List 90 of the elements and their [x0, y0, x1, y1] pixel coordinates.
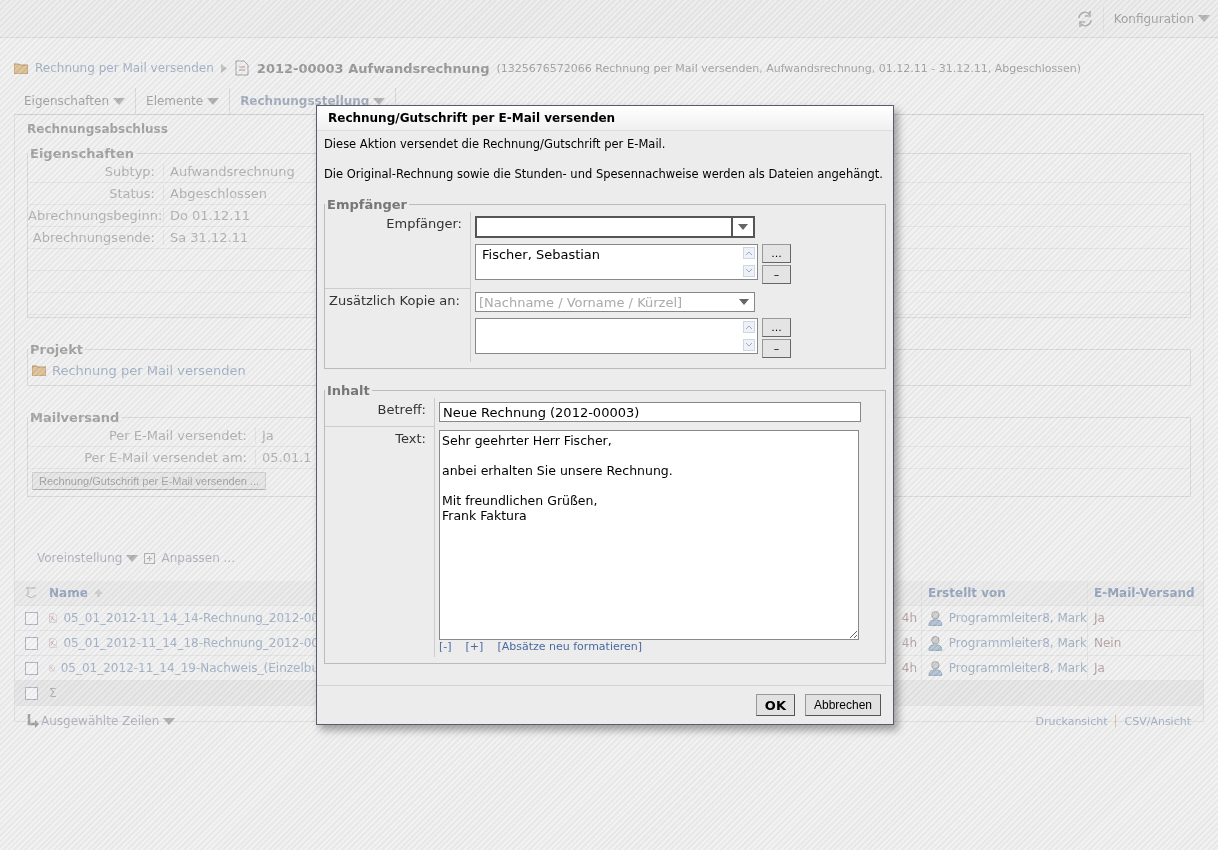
- list-item[interactable]: Fischer, Sebastian: [482, 247, 735, 262]
- copy-list[interactable]: [475, 318, 758, 354]
- browse-button[interactable]: ...: [762, 318, 791, 337]
- field-value: Do 01.12.11: [169, 208, 250, 223]
- document-icon: [233, 60, 250, 76]
- group-title: Mailversand: [29, 410, 121, 425]
- format-link[interactable]: [Absätze neu formatieren]: [497, 640, 643, 653]
- field-label: Empfänger:: [386, 216, 462, 231]
- column-header[interactable]: Name: [49, 586, 88, 600]
- message-field[interactable]: Sehr geehrter Herr Fischer, anbei erhalten Sie unsere Rechnung. Mit freundlichen Grüßen, Frank Faktura: [439, 430, 859, 640]
- file-link[interactable]: 05_01_2012-11_14_14-Rechnung_2012-00: [63, 611, 319, 625]
- group-title: Inhalt: [326, 383, 371, 398]
- footer-link[interactable]: CSV/Ansicht: [1124, 714, 1191, 728]
- field-label: Per E-Mail versendet:: [28, 428, 256, 443]
- corner-arrow-icon: [27, 714, 39, 728]
- recipient-list[interactable]: Fischer, Sebastian: [475, 244, 758, 280]
- sort-up-icon: [93, 589, 103, 597]
- user-link[interactable]: Programmleiter8, Mark: [948, 611, 1087, 625]
- send-email-button[interactable]: Rechnung/Gutschrift per E-Mail versenden ...: [32, 472, 267, 490]
- remove-button[interactable]: –: [762, 265, 791, 284]
- field-label: Text:: [395, 431, 426, 446]
- plus-icon: [144, 552, 156, 564]
- table-cell: 4h: [901, 636, 917, 650]
- person-icon: [928, 635, 943, 651]
- tab[interactable]: Elemente: [136, 88, 231, 114]
- subject-field[interactable]: Neue Rechnung (2012-00003): [439, 402, 861, 422]
- column-header[interactable]: E-Mail-Versand: [1094, 586, 1195, 600]
- field-value: 05.01.1: [261, 450, 312, 465]
- page-title: 2012-00003 Aufwandsrechnung: [256, 60, 490, 76]
- field-label: Subtyp:: [28, 164, 164, 179]
- cancel-button[interactable]: Abbrechen: [804, 694, 881, 716]
- table-cell: Nein: [1094, 636, 1122, 650]
- folder-icon: [14, 62, 28, 74]
- field-label: Per E-Mail versendet am:: [28, 450, 256, 465]
- column-menu-icon[interactable]: [25, 587, 37, 599]
- customize-button[interactable]: Anpassen ...: [161, 551, 235, 565]
- field-value: Abgeschlossen: [169, 186, 267, 201]
- scroll-up-icon[interactable]: [743, 321, 755, 333]
- section-title: Rechnungsabschluss: [27, 122, 168, 136]
- remove-button[interactable]: –: [762, 339, 791, 358]
- row-checkbox[interactable]: [24, 611, 38, 625]
- field-value: Sa 31.12.11: [169, 230, 249, 245]
- info-text: Diese Aktion versendet die Rechnung/Gutschrift per E-Mail.: [324, 137, 667, 151]
- group-title: Empfänger: [326, 197, 408, 212]
- recipient-combobox[interactable]: [475, 216, 755, 238]
- scroll-down-icon[interactable]: [743, 339, 755, 351]
- field-value: Aufwandsrechnung: [169, 164, 295, 179]
- folder-icon: [32, 364, 46, 376]
- ok-button[interactable]: OK: [755, 694, 795, 716]
- table-cell: Ja: [1094, 661, 1105, 675]
- pdf-file-icon: [49, 610, 58, 626]
- field-value: Ja: [260, 428, 274, 443]
- tab[interactable]: Eigenschaften: [14, 88, 137, 114]
- table-cell: Ja: [1094, 611, 1105, 625]
- row-checkbox[interactable]: [24, 636, 38, 650]
- pdf-file-icon: [49, 635, 58, 651]
- table-cell: 4h: [901, 661, 917, 675]
- info-text: Die Original-Rechnung sowie die Stunden- und Spesennachweise werden als Dateien angehängt.: [324, 167, 884, 181]
- select-all-checkbox[interactable]: [24, 686, 38, 700]
- group-title: Projekt: [29, 342, 84, 357]
- person-icon: [928, 660, 943, 676]
- project-link[interactable]: Rechnung per Mail versenden: [52, 362, 246, 378]
- file-link[interactable]: 05_01_2012-11_14_19-Nachweis_(Einzelbu: [60, 661, 319, 675]
- format-link[interactable]: [-]: [439, 640, 452, 653]
- column-header[interactable]: Erstellt von: [928, 586, 1006, 600]
- breadcrumb-link[interactable]: Rechnung per Mail versenden: [35, 61, 214, 75]
- field-label: Abrechnungsende:: [28, 230, 164, 245]
- selected-rows-menu[interactable]: Ausgewählte Zeilen: [41, 714, 176, 728]
- field-label: Betreff:: [377, 402, 426, 417]
- field-label: Abrechnungsbeginn:: [28, 208, 164, 223]
- row-checkbox[interactable]: [24, 661, 38, 675]
- person-icon: [928, 610, 943, 626]
- configuration-menu[interactable]: Konfiguration: [1102, 5, 1218, 32]
- dialog-title: Rechnung/Gutschrift per E-Mail versenden: [317, 106, 893, 131]
- field-label: Zusätzlich Kopie an:: [329, 293, 460, 308]
- footer-link[interactable]: Druckansicht: [1035, 714, 1108, 728]
- group-title: Eigenschaften: [29, 146, 136, 161]
- copy-combobox[interactable]: [Nachname / Vorname / Kürzel]: [475, 292, 755, 312]
- user-link[interactable]: Programmleiter8, Mark: [948, 636, 1087, 650]
- field-label: Status:: [28, 186, 164, 201]
- page-details: (1325676572066 Rechnung per Mail versenden, Aufwandsrechnung, 01.12.11 - 31.12.11, Abgeschlossen): [496, 61, 1081, 75]
- user-link[interactable]: Programmleiter8, Mark: [948, 661, 1087, 675]
- preset-dropdown[interactable]: Voreinstellung: [37, 551, 139, 565]
- browse-button[interactable]: ...: [762, 244, 791, 263]
- chevron-icon: [220, 63, 227, 73]
- table-cell: 4h: [901, 611, 917, 625]
- file-link[interactable]: 05_01_2012-11_14_18-Rechnung_2012-00: [63, 636, 319, 650]
- scroll-up-icon[interactable]: [743, 247, 755, 259]
- format-link[interactable]: [+]: [465, 640, 484, 653]
- scroll-down-icon[interactable]: [743, 265, 755, 277]
